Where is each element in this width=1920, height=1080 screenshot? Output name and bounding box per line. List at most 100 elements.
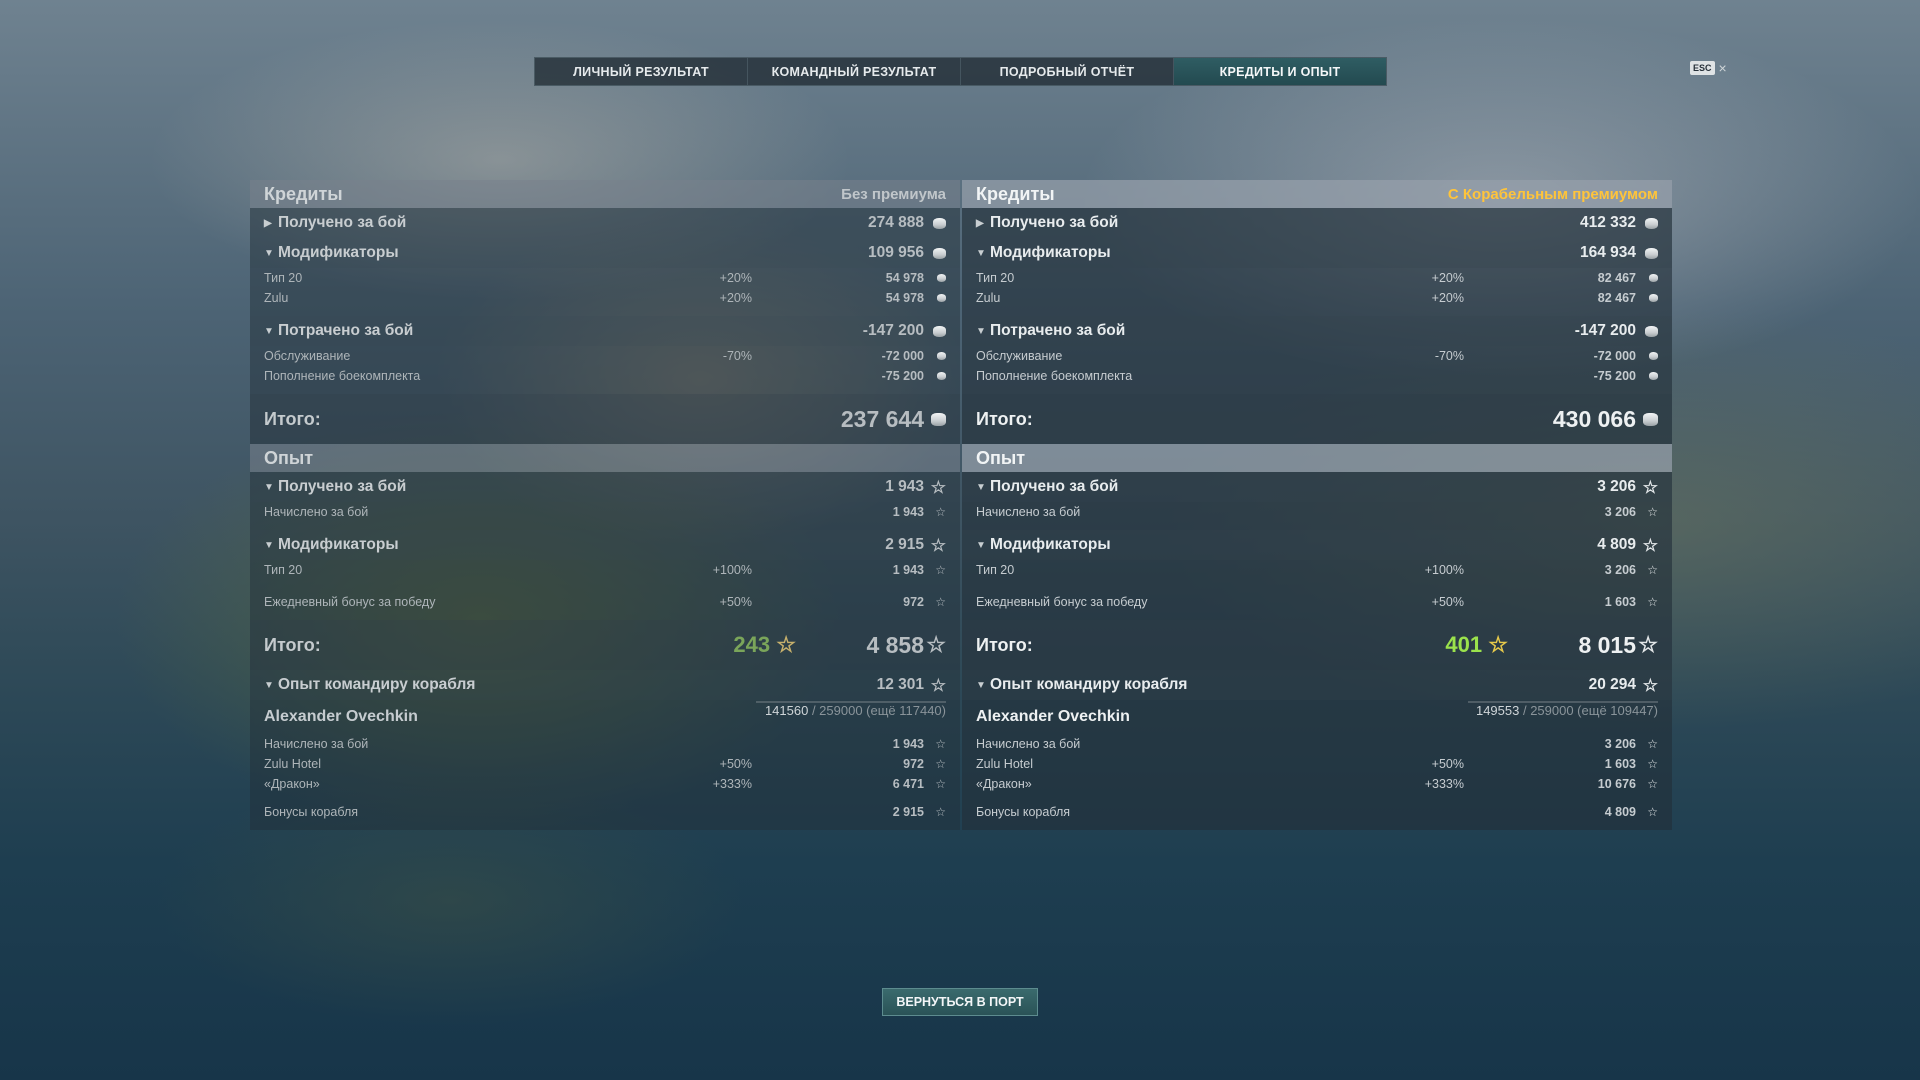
credits-spent-row[interactable]: ▼ Потрачено за бой -147 200 (250, 316, 960, 346)
star-icon: ☆ (935, 805, 946, 819)
item-value: 3 206 (1604, 737, 1636, 751)
credits-header: Кредиты Без премиума (250, 180, 960, 208)
commander-xp-row[interactable]: ▼ Опыт командиру корабля 12 301 ☆ (250, 670, 960, 700)
star-icon: ☆ (1638, 632, 1658, 657)
premium-account-panel: Кредиты С Корабельным премиумом ▶ Получе… (962, 180, 1672, 830)
credits-modifiers-row[interactable]: ▼ Модификаторы 109 956 (250, 238, 960, 268)
credits-header: Кредиты С Корабельным премиумом (962, 180, 1672, 208)
item-percent: +100% (1424, 563, 1464, 577)
item-percent: +20% (719, 271, 752, 285)
item-value: 1 943 (892, 563, 924, 577)
item-value: 972 (903, 595, 924, 609)
item-value: 10 676 (1597, 777, 1636, 791)
progress-remaining: / 259000 (ещё 117440) (808, 703, 946, 718)
free-xp-value: 243 ☆ (733, 632, 796, 657)
list-item: Бонусы корабля 4 809 ☆ (962, 802, 1672, 822)
xp-modifiers-row[interactable]: ▼ Модификаторы 4 809 ☆ (962, 530, 1672, 560)
list-item: Тип 20 +100% 1 943 ☆ (250, 560, 960, 580)
commander-xp-row[interactable]: ▼ Опыт командиру корабля 20 294 ☆ (962, 670, 1672, 700)
xp-header: Опыт (250, 444, 960, 472)
item-percent: +333% (1424, 777, 1464, 791)
list-item: Начислено за бой 3 206 ☆ (962, 734, 1672, 754)
item-value: 54 978 (885, 291, 924, 305)
credits-icon (1636, 412, 1658, 426)
total-label: Итого: (264, 634, 321, 655)
tab-detailed-report[interactable]: ПОДРОБНЫЙ ОТЧЁТ (961, 58, 1174, 85)
close-button[interactable]: ESC × (1690, 61, 1727, 75)
item-percent: +333% (712, 777, 752, 791)
xp-title: Опыт (264, 447, 314, 468)
item-value: 6 471 (892, 777, 924, 791)
collapse-icon[interactable]: ▼ (264, 326, 278, 337)
credits-spent-row[interactable]: ▼ Потрачено за бой -147 200 (962, 316, 1672, 346)
credits-icon (1636, 247, 1658, 259)
list-item: Начислено за бой 1 943 ☆ (250, 502, 960, 522)
row-value: 274 888 (867, 214, 924, 231)
xp-earned-row[interactable]: ▼ Получено за бой 3 206 ☆ (962, 472, 1672, 502)
collapse-icon[interactable]: ▼ (264, 680, 278, 691)
collapse-icon[interactable]: ▼ (976, 540, 990, 551)
collapse-icon[interactable]: ▼ (976, 248, 990, 259)
credits-icon (1636, 352, 1658, 360)
item-label: Начислено за бой (264, 505, 369, 519)
row-value: 20 294 (1588, 676, 1636, 693)
xp-modifiers-row[interactable]: ▼ Модификаторы 2 915 ☆ (250, 530, 960, 560)
item-percent: -70% (1434, 349, 1464, 363)
list-item: Тип 20 +20% 82 467 (962, 268, 1672, 288)
item-label: Бонусы корабля (976, 805, 1071, 819)
star-icon: ☆ (930, 535, 946, 555)
total-label: Итого: (976, 408, 1033, 429)
item-percent: +50% (719, 595, 752, 609)
return-to-port-button[interactable]: ВЕРНУТЬСЯ В ПОРТ (882, 988, 1038, 1016)
credits-icon (924, 372, 946, 380)
collapse-icon[interactable]: ▼ (264, 540, 278, 551)
credits-total-row: Итого: 430 066 (962, 394, 1672, 444)
star-icon: ☆ (1647, 777, 1658, 791)
xp-header: Опыт (962, 444, 1672, 472)
credits-modifiers-row[interactable]: ▼ Модификаторы 164 934 (962, 238, 1672, 268)
credits-icon (924, 294, 946, 302)
list-item: Обслуживание -70% -72 000 (250, 346, 960, 366)
list-item: Zulu +20% 82 467 (962, 288, 1672, 308)
credits-icon (1636, 294, 1658, 302)
progress-current: 149553 (1475, 703, 1520, 718)
credits-icon (924, 325, 946, 337)
credits-title: Кредиты (976, 183, 1055, 204)
credits-earned-row[interactable]: ▶ Получено за бой 412 332 (962, 208, 1672, 238)
item-value: 82 467 (1597, 291, 1636, 305)
credits-earned-row[interactable]: ▶ Получено за бой 274 888 (250, 208, 960, 238)
list-item: Бонусы корабля 2 915 ☆ (250, 802, 960, 822)
list-item: Zulu Hotel +50% 1 603 ☆ (962, 754, 1672, 774)
collapse-icon[interactable]: ▼ (976, 326, 990, 337)
xp-earned-row[interactable]: ▼ Получено за бой 1 943 ☆ (250, 472, 960, 502)
collapse-icon[interactable]: ▼ (264, 248, 278, 259)
item-percent: +50% (1431, 595, 1464, 609)
tab-personal-result[interactable]: ЛИЧНЫЙ РЕЗУЛЬТАТ (535, 58, 748, 85)
expand-icon[interactable]: ▶ (264, 218, 278, 229)
row-value: 164 934 (1579, 244, 1636, 261)
row-value: 109 956 (867, 244, 924, 261)
item-label: Бонусы корабля (264, 805, 359, 819)
item-label: Пополнение боекомплекта (264, 369, 421, 383)
tab-credits-and-xp[interactable]: КРЕДИТЫ И ОПЫТ (1174, 58, 1386, 85)
list-item: Ежедневный бонус за победу +50% 972 ☆ (250, 592, 960, 612)
account-mode-label: С Корабельным премиумом (1447, 185, 1658, 203)
item-percent: +20% (1431, 271, 1464, 285)
collapse-icon[interactable]: ▼ (264, 482, 278, 493)
collapse-icon[interactable]: ▼ (976, 680, 990, 691)
list-item: Тип 20 +20% 54 978 (250, 268, 960, 288)
star-icon: ☆ (1647, 737, 1658, 751)
xp-total-value: 4 858 (866, 631, 924, 658)
item-percent: +50% (1431, 757, 1464, 771)
list-item: Ежедневный бонус за победу +50% 1 603 ☆ (962, 592, 1672, 612)
star-icon: ☆ (930, 675, 946, 695)
star-icon: ☆ (926, 632, 946, 657)
tab-bar: ЛИЧНЫЙ РЕЗУЛЬТАТ КОМАНДНЫЙ РЕЗУЛЬТАТ ПОД… (534, 57, 1387, 86)
star-icon: ☆ (930, 477, 946, 497)
item-value: 2 915 (892, 805, 924, 819)
commander-row: Alexander Ovechkin 149553 / 259000 (ещё … (962, 700, 1672, 734)
tab-team-result[interactable]: КОМАНДНЫЙ РЕЗУЛЬТАТ (748, 58, 961, 85)
expand-icon[interactable]: ▶ (976, 218, 990, 229)
star-icon: ☆ (935, 737, 946, 751)
collapse-icon[interactable]: ▼ (976, 482, 990, 493)
